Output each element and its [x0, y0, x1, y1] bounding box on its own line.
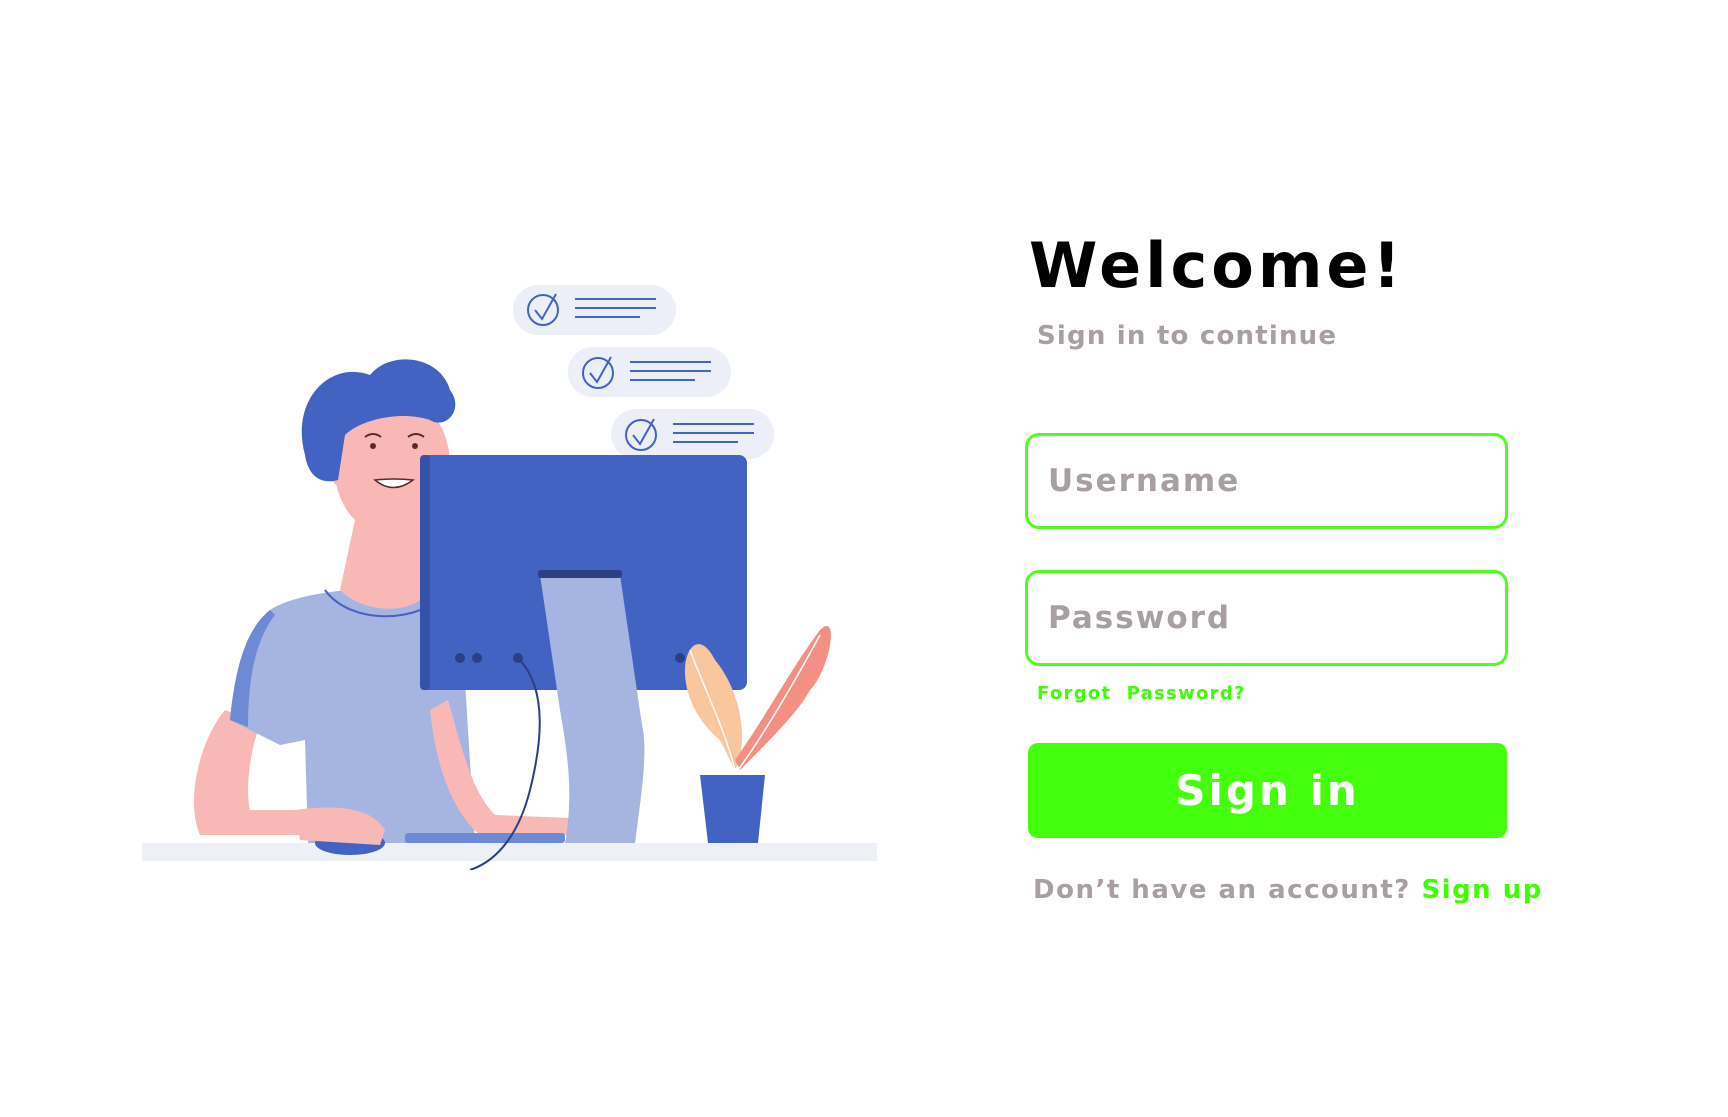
checklist-bubble-icon — [568, 347, 731, 397]
plant-icon — [684, 625, 831, 843]
person-at-computer-illustration — [130, 270, 930, 871]
username-input[interactable] — [1025, 433, 1508, 529]
password-input[interactable] — [1025, 570, 1508, 666]
forgot-password-link[interactable]: Forgot Password? — [1037, 683, 1246, 704]
signup-row: Don’t have an account? Sign up — [1033, 875, 1543, 905]
welcome-title: Welcome! — [1029, 229, 1405, 302]
checklist-bubble-icon — [513, 285, 676, 335]
checklist-bubble-icon — [611, 409, 774, 459]
sign-in-button[interactable]: Sign in — [1028, 743, 1507, 838]
sign-up-link[interactable]: Sign up — [1421, 875, 1542, 905]
desk — [142, 843, 877, 861]
illustration-svg — [142, 285, 877, 871]
signup-prompt: Don’t have an account? — [1033, 875, 1411, 905]
subtitle: Sign in to continue — [1037, 321, 1338, 351]
